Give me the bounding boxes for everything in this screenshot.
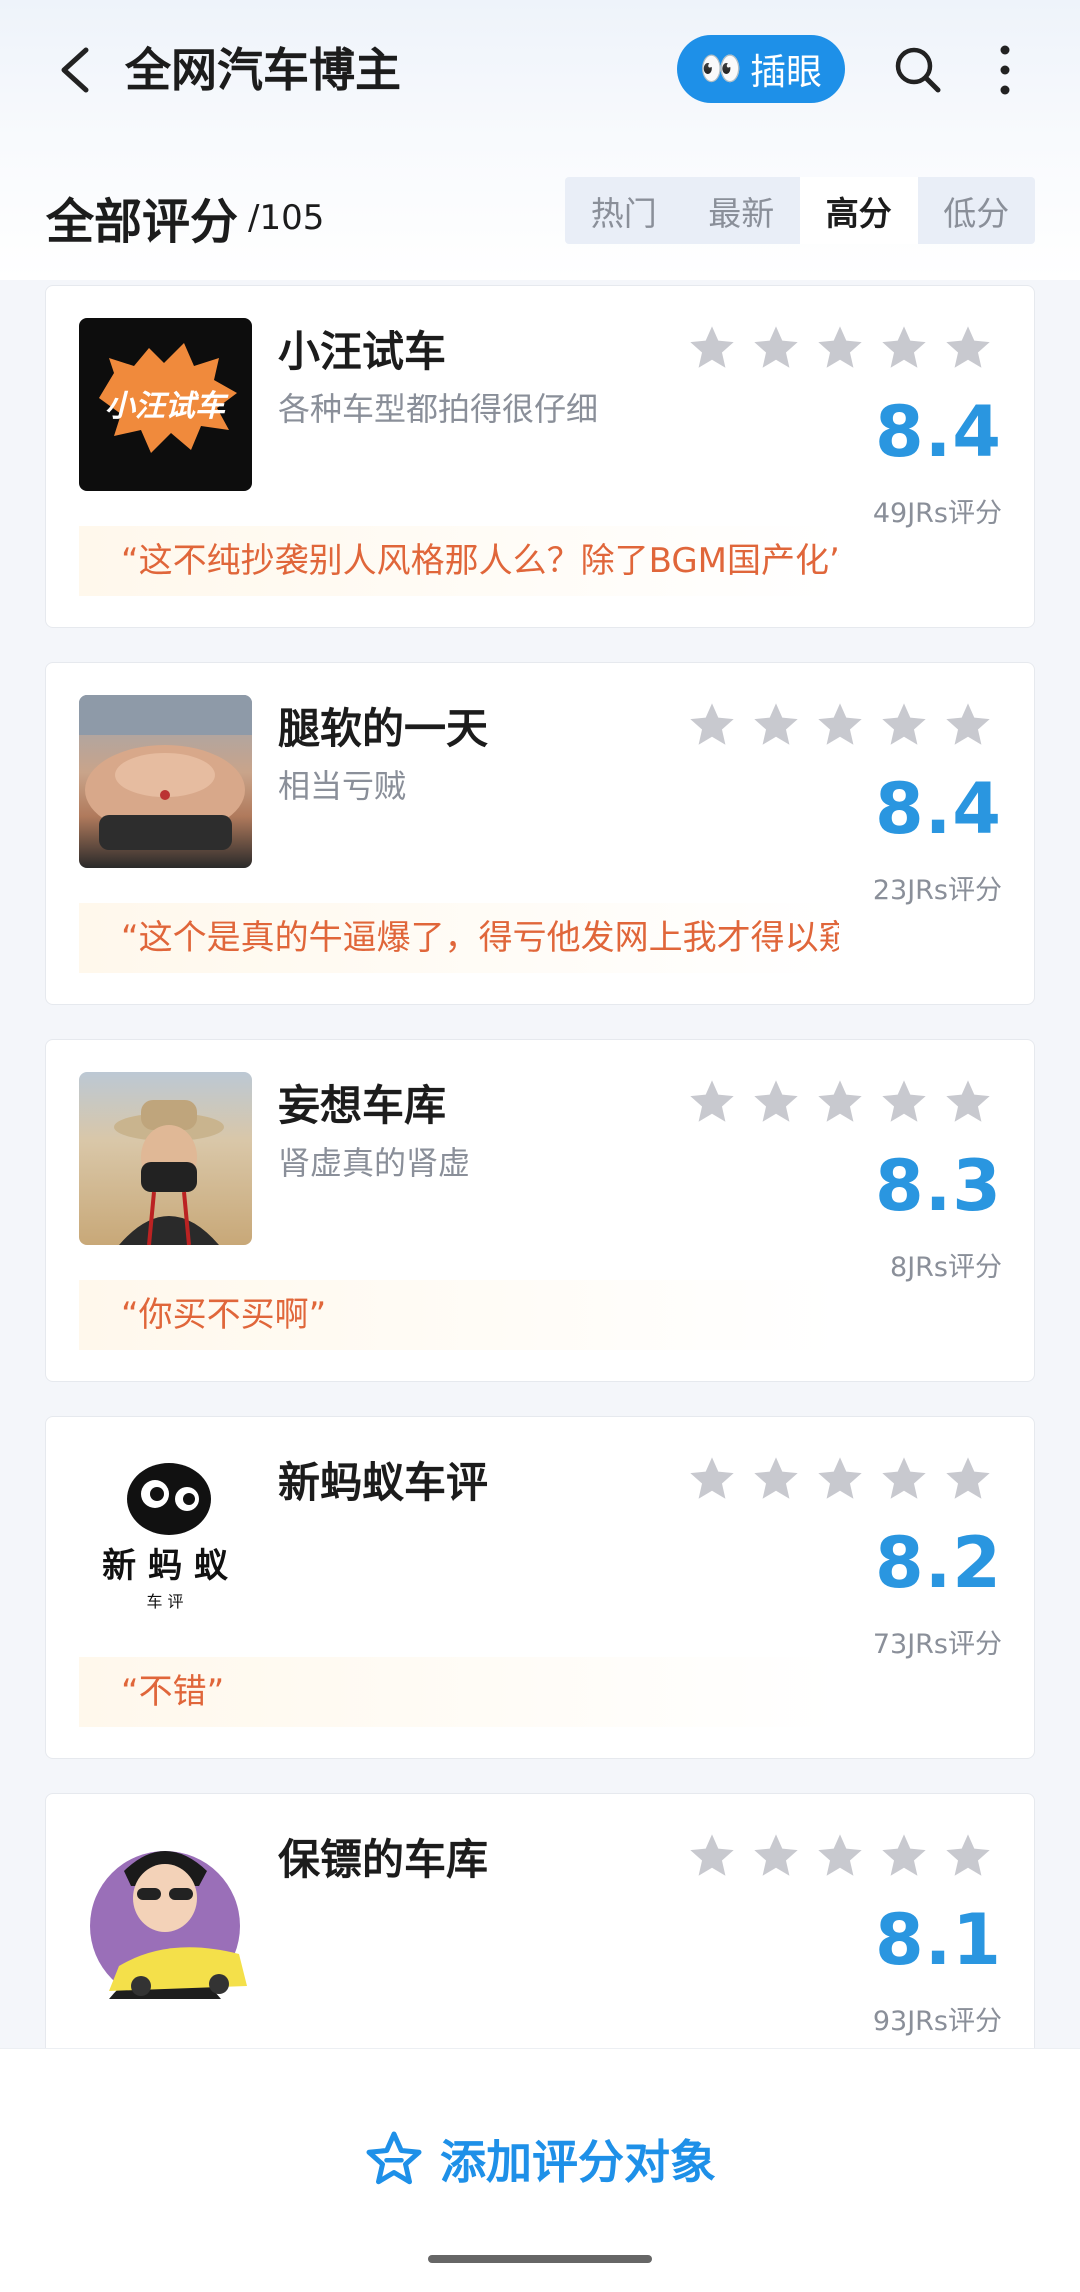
item-rater-count: 93JRs评分: [872, 2006, 1002, 2037]
bottom-action-bar: 添加评分对象: [0, 2048, 1080, 2292]
item-score: 8.4: [874, 391, 1002, 473]
star-icon: [882, 703, 926, 745]
item-description: 各种车型都拍得很仔细: [278, 390, 599, 428]
star-rating: [686, 1453, 994, 1505]
star-icon: [882, 1457, 926, 1499]
star-icon: [818, 326, 862, 368]
section-count: /105: [248, 198, 325, 238]
item-top-comment: “这个是真的牛逼爆了，得亏他发网上我才得以窥... ”: [79, 903, 839, 973]
person-photo-image: [114, 1100, 224, 1245]
star-icon: [818, 1080, 862, 1122]
logo-subtext: 车 评: [146, 1592, 183, 1611]
item-name: 保镖的车库: [278, 1835, 489, 1884]
item-name: 新蚂蚁车评: [278, 1458, 489, 1507]
item-score: 8.2: [874, 1522, 1002, 1604]
logo-text: 新 蚂 蚁: [102, 1546, 229, 1586]
peek-button[interactable]: 👀 插眼: [677, 35, 845, 103]
star-icon: [690, 326, 734, 368]
item-score: 8.4: [874, 768, 1002, 850]
sort-tab-high[interactable]: 高分: [800, 177, 918, 244]
sort-tab-hot[interactable]: 热门: [565, 177, 683, 244]
item-top-comment: “不错”: [79, 1657, 839, 1727]
avatar: 新 蚂 蚁 车 评: [79, 1449, 252, 1622]
item-top-comment: “这不纯抄袭别人风格那人么？除了BGM国产化”: [79, 526, 839, 596]
sort-tab-latest[interactable]: 最新: [683, 177, 801, 244]
star-rating: [686, 699, 994, 751]
list-item[interactable]: 小汪试车 小汪试车 各种车型都拍得很仔细 8.4 49JRs评分 “这不纯抄袭别…: [45, 285, 1035, 628]
list-item[interactable]: 腿软的一天 相当亏贼 8.4 23JRs评分 “这个是真的牛逼爆了，得亏他发网上…: [45, 662, 1035, 1005]
star-rating: [686, 322, 994, 374]
item-name: 妄想车库: [278, 1081, 447, 1130]
star-icon: [690, 1457, 734, 1499]
item-score: 8.1: [874, 1899, 1002, 1981]
sort-tab-low[interactable]: 低分: [918, 177, 1036, 244]
item-name: 腿软的一天: [278, 704, 489, 753]
back-button[interactable]: [50, 38, 106, 102]
add-rating-target-button[interactable]: 添加评分对象: [0, 2119, 1080, 2199]
item-description: 肾虚真的肾虚: [278, 1144, 471, 1182]
list-item[interactable]: 新 蚂 蚁 车 评 新蚂蚁车评 8.2 73JRs评分 “不错”: [45, 1416, 1035, 1759]
top-app-bar: 全网汽车博主 👀 插眼: [0, 0, 1080, 140]
ant-logo-image: 新 蚂 蚁 车 评: [102, 1463, 229, 1611]
star-add-icon: [366, 2131, 422, 2185]
car-photo-image: [79, 695, 252, 850]
more-vertical-icon: [1000, 45, 1010, 95]
search-icon: [895, 47, 941, 93]
star-icon: [754, 1080, 798, 1122]
avatar: [79, 695, 252, 868]
star-icon: [754, 326, 798, 368]
add-button-label: 添加评分对象: [440, 2135, 716, 2189]
star-icon: [690, 1080, 734, 1122]
peek-button-label: 插眼: [750, 52, 823, 93]
star-icon: [690, 703, 734, 745]
star-icon: [882, 1080, 926, 1122]
star-icon: [946, 1080, 990, 1122]
logo-image: 小汪试车: [99, 343, 237, 453]
star-icon: [754, 703, 798, 745]
item-rater-count: 73JRs评分: [872, 1629, 1002, 1660]
list-item[interactable]: 妄想车库 肾虚真的肾虚 8.3 8JRs评分 “你买不买啊”: [45, 1039, 1035, 1382]
logo-text: 小汪试车: [105, 389, 229, 424]
more-options-button[interactable]: [985, 40, 1025, 100]
star-icon: [946, 1834, 990, 1876]
star-icon: [818, 1457, 862, 1499]
star-icon: [946, 1457, 990, 1499]
star-icon: [754, 1834, 798, 1876]
star-icon: [882, 1834, 926, 1876]
star-icon: [754, 1457, 798, 1499]
star-icon: [818, 1834, 862, 1876]
avatar: 小汪试车: [79, 318, 252, 491]
sort-tabs: 热门 最新 高分 低分: [565, 177, 1035, 244]
item-name: 小汪试车: [278, 327, 447, 376]
star-rating: [686, 1830, 994, 1882]
cartoon-avatar-image: [90, 1851, 247, 1999]
item-rater-count: 49JRs评分: [872, 498, 1002, 529]
item-score: 8.3: [874, 1145, 1002, 1227]
item-rater-count: 23JRs评分: [872, 875, 1002, 906]
item-description: 相当亏贼: [278, 767, 407, 805]
page-title: 全网汽车博主: [125, 43, 401, 97]
star-icon: [882, 326, 926, 368]
item-rater-count: 8JRs评分: [890, 1252, 1002, 1283]
section-title: 全部评分: [46, 194, 239, 250]
star-rating: [686, 1076, 994, 1128]
eyes-icon: 👀: [699, 49, 743, 89]
avatar: [79, 1826, 252, 1999]
star-icon: [690, 1834, 734, 1876]
star-icon: [946, 703, 990, 745]
star-icon: [818, 703, 862, 745]
star-icon: [946, 326, 990, 368]
chevron-left-icon: [61, 47, 89, 93]
home-indicator[interactable]: [428, 2255, 652, 2263]
item-top-comment: “你买不买啊”: [79, 1280, 839, 1350]
search-button[interactable]: [890, 40, 946, 100]
avatar: [79, 1072, 252, 1245]
